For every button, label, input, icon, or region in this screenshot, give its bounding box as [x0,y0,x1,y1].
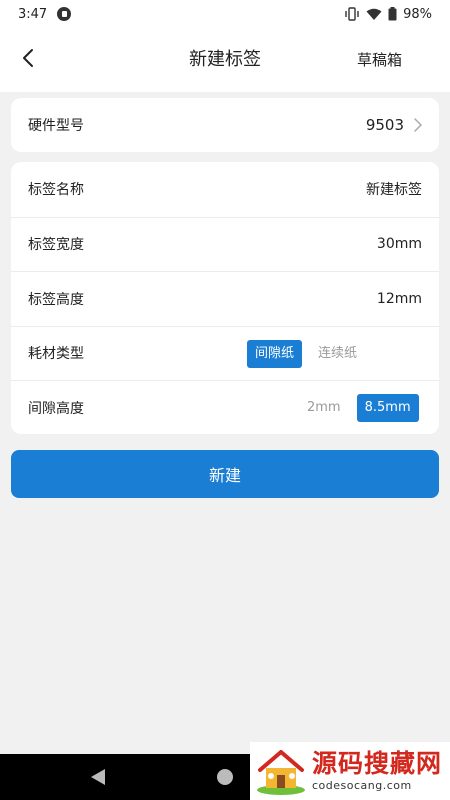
drafts-button[interactable]: 草稿箱 [357,28,402,92]
chevron-right-icon [414,118,422,132]
label-width-input[interactable]: 30mm [377,236,422,252]
label-name-input[interactable]: 新建标签 [366,179,422,199]
house-logo-icon [250,742,312,800]
consumable-type-selector: 间隙纸 连续纸 [247,339,365,368]
wifi-icon [366,8,382,21]
watermark-text: 源码搜藏网 codesocang.com [312,751,442,791]
label-width-label: 标签宽度 [28,237,84,254]
status-icons: 98% [344,7,432,22]
battery-percent: 98% [403,6,432,22]
vibrate-icon [344,7,360,21]
create-button[interactable]: 新建 [11,450,439,498]
label-width-row[interactable]: 标签宽度 30mm [11,216,439,272]
status-bar: 3:47 98% [0,0,450,28]
status-time: 3:47 [18,6,48,22]
hardware-model-row[interactable]: 硬件型号 9503 [11,98,439,152]
label-name-row[interactable]: 标签名称 新建标签 [11,162,439,217]
watermark-url: codesocang.com [312,779,412,792]
consumable-type-row: 耗材类型 间隙纸 连续纸 [11,325,439,381]
label-height-input[interactable]: 12mm [377,291,422,307]
gap-height-label: 间隙高度 [28,400,84,417]
nav-back-icon[interactable] [89,768,107,790]
watermark: 源码搜藏网 codesocang.com [250,742,450,800]
hardware-model-value: 9503 [365,116,404,134]
battery-icon [388,7,397,21]
gap-option-2mm[interactable]: 2mm [299,394,349,422]
screen: 3:47 98% 新建标签 草稿箱 硬件型号 9503 标签名称 新建标签 标签… [0,0,450,800]
gap-option-8-5mm[interactable]: 8.5mm [356,394,419,422]
hardware-card: 硬件型号 9503 [11,98,439,152]
back-button[interactable] [12,44,44,76]
label-height-label: 标签高度 [28,291,84,308]
notification-app-icon [57,7,72,21]
consumable-option-continuous-paper[interactable]: 连续纸 [310,340,365,368]
gap-height-row: 间隙高度 2mm 8.5mm [11,380,439,434]
consumable-type-label: 耗材类型 [28,346,84,363]
consumable-option-gap-paper[interactable]: 间隙纸 [247,339,303,368]
back-arrow-icon [21,48,35,72]
label-settings-card: 标签名称 新建标签 标签宽度 30mm 标签高度 12mm 耗材类型 间隙纸 连… [11,162,439,434]
hardware-model-label: 硬件型号 [28,118,84,134]
watermark-title: 源码搜藏网 [312,749,443,778]
gap-height-selector: 2mm 8.5mm [299,394,419,422]
nav-home-icon[interactable] [216,768,234,790]
label-height-row[interactable]: 标签高度 12mm [11,271,439,326]
label-name-label: 标签名称 [28,182,84,199]
app-header: 新建标签 草稿箱 [0,28,450,92]
